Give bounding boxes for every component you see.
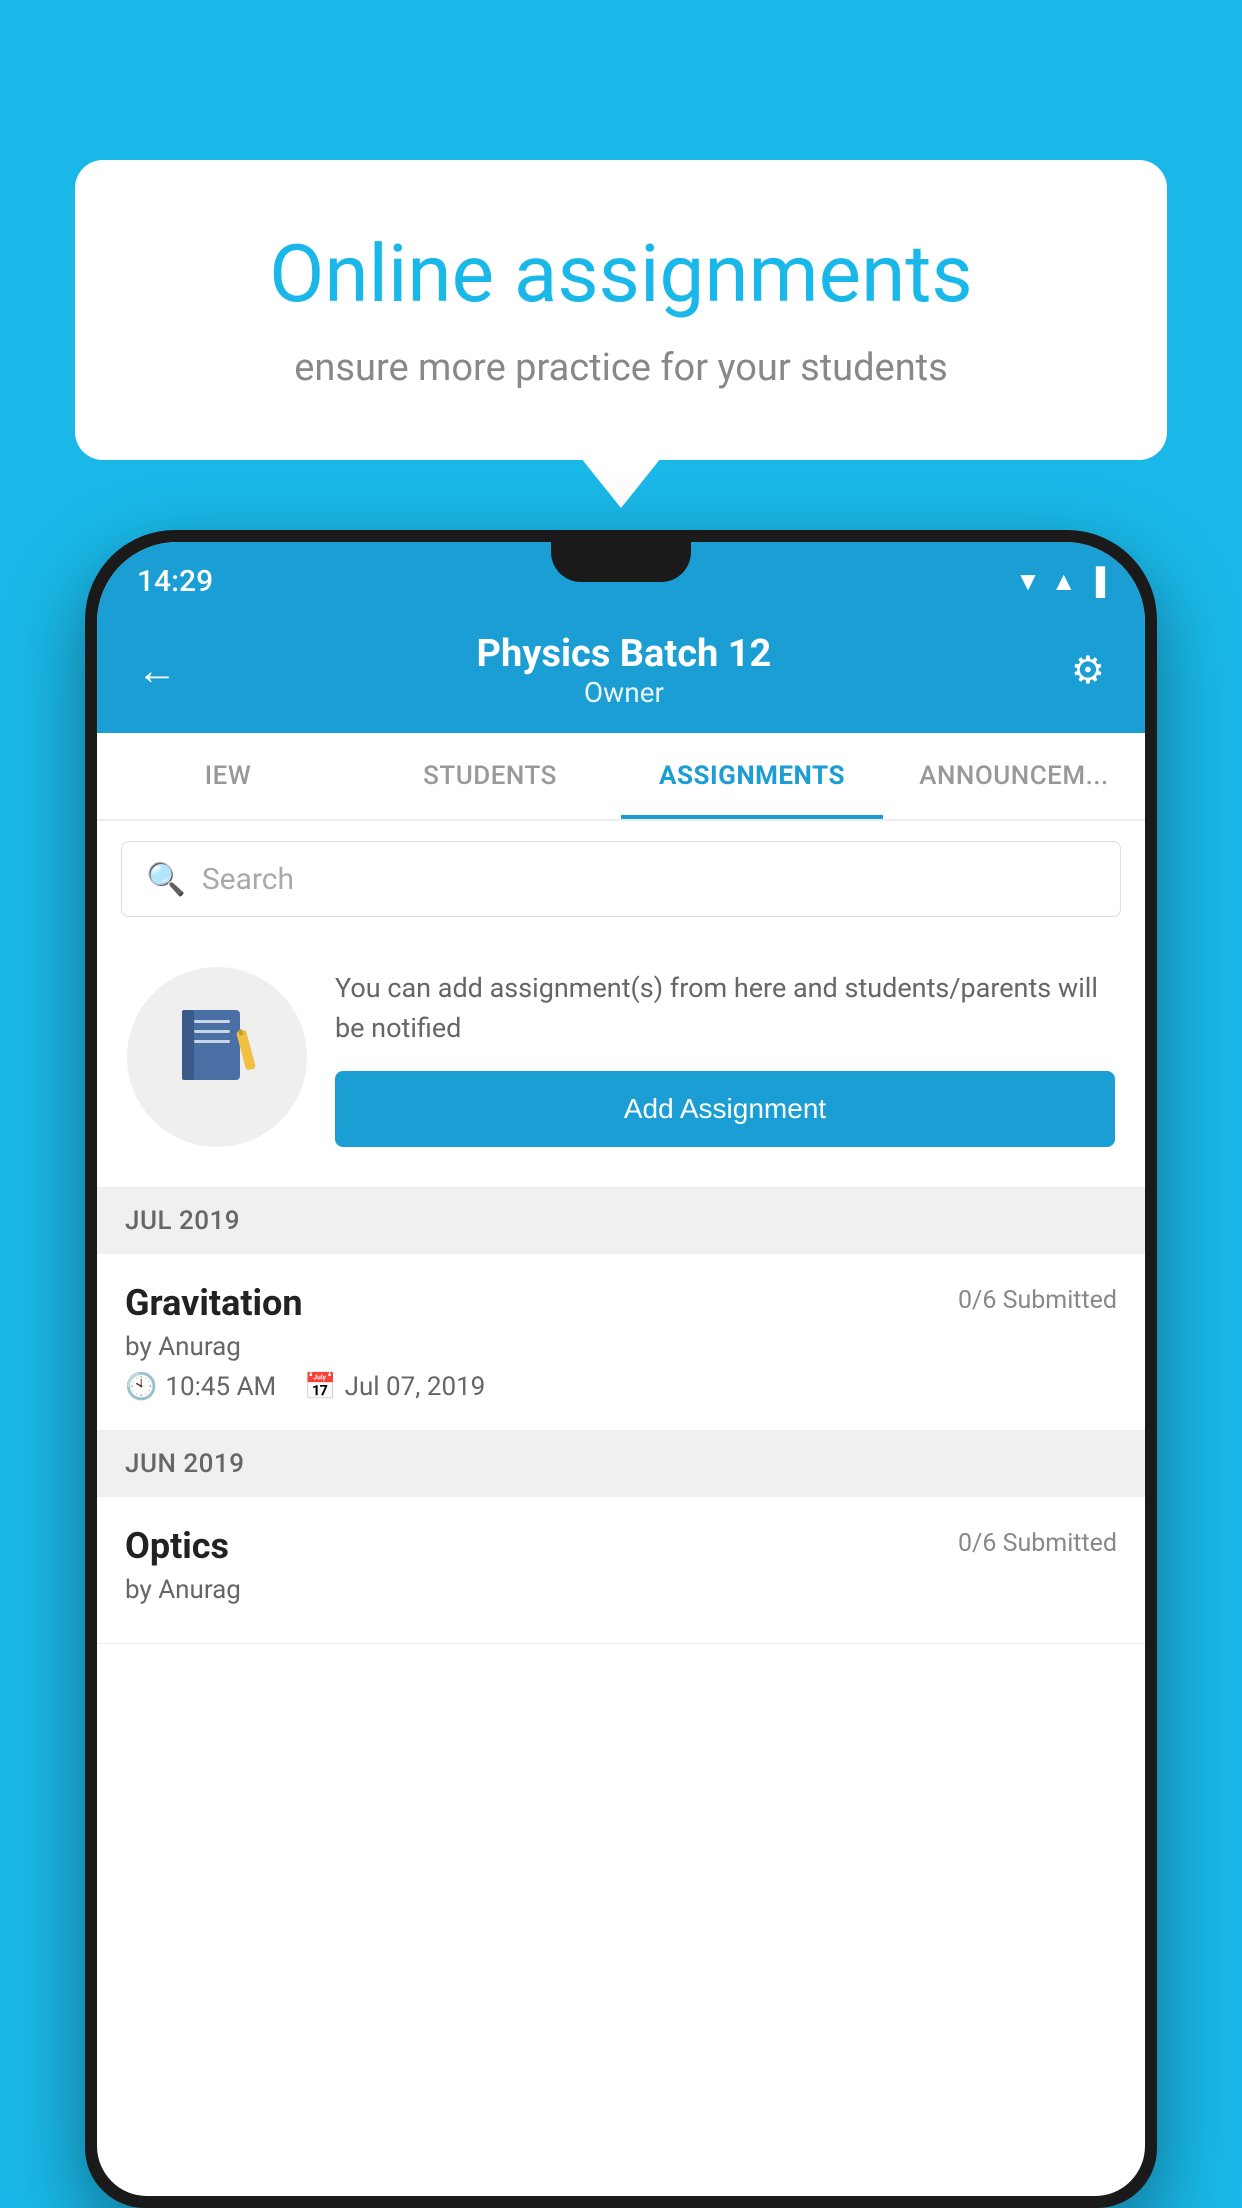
clock-icon: 🕙 <box>125 1372 157 1402</box>
speech-bubble: Online assignments ensure more practice … <box>75 160 1167 460</box>
tabs-container: IEW STUDENTS ASSIGNMENTS ANNOUNCEM... <box>97 733 1145 821</box>
search-container: 🔍 Search <box>97 821 1145 937</box>
phone-notch <box>551 542 691 582</box>
assignment-author: by Anurag <box>125 1332 1117 1362</box>
assignment-title-optics: Optics <box>125 1525 229 1567</box>
search-placeholder: Search <box>202 862 294 897</box>
notebook-icon <box>172 1002 262 1112</box>
search-icon: 🔍 <box>146 860 186 898</box>
assignment-time: 10:45 AM <box>165 1372 276 1402</box>
promo-section: You can add assignment(s) from here and … <box>97 937 1145 1188</box>
speech-bubble-container: Online assignments ensure more practice … <box>75 160 1167 460</box>
section-header-jun2019: JUN 2019 <box>97 1431 1145 1497</box>
promo-text: You can add assignment(s) from here and … <box>335 968 1115 1049</box>
tab-announcements[interactable]: ANNOUNCEM... <box>883 733 1145 819</box>
assignment-meta: 🕙 10:45 AM 📅 Jul 07, 2019 <box>125 1372 1117 1402</box>
wifi-icon: ▼ <box>1015 566 1041 597</box>
batch-title: Physics Batch 12 <box>177 632 1071 676</box>
assignment-item-optics[interactable]: Optics 0/6 Submitted by Anurag <box>97 1497 1145 1644</box>
signal-icon: ▲ <box>1051 566 1077 597</box>
assignment-submitted: 0/6 Submitted <box>958 1286 1117 1315</box>
speech-bubble-subtitle: ensure more practice for your students <box>155 346 1087 390</box>
tab-assignments[interactable]: ASSIGNMENTS <box>621 733 883 819</box>
header-center: Physics Batch 12 Owner <box>177 632 1071 709</box>
tab-iew[interactable]: IEW <box>97 733 359 819</box>
time-meta: 🕙 10:45 AM <box>125 1372 276 1402</box>
phone-inner: 14:29 ▼ ▲ ▐ ← Physics Batch 12 Owner ⚙ I… <box>97 542 1145 2196</box>
assignment-top-row: Gravitation 0/6 Submitted <box>125 1282 1117 1324</box>
status-icons: ▼ ▲ ▐ <box>1015 566 1105 597</box>
settings-icon[interactable]: ⚙ <box>1071 648 1105 693</box>
assignment-submitted-optics: 0/6 Submitted <box>958 1529 1117 1558</box>
calendar-icon: 📅 <box>304 1372 336 1402</box>
batch-subtitle: Owner <box>177 676 1071 709</box>
back-button[interactable]: ← <box>137 647 177 694</box>
speech-bubble-title: Online assignments <box>155 230 1087 318</box>
assignment-top-row-optics: Optics 0/6 Submitted <box>125 1525 1117 1567</box>
assignment-title: Gravitation <box>125 1282 303 1324</box>
phone-frame: 14:29 ▼ ▲ ▐ ← Physics Batch 12 Owner ⚙ I… <box>85 530 1157 2208</box>
assignment-author-optics: by Anurag <box>125 1575 1117 1605</box>
date-meta: 📅 Jul 07, 2019 <box>304 1372 485 1402</box>
promo-icon-circle <box>127 967 307 1147</box>
status-time: 14:29 <box>137 564 213 599</box>
tab-students[interactable]: STUDENTS <box>359 733 621 819</box>
section-header-jul2019: JUL 2019 <box>97 1188 1145 1254</box>
battery-icon: ▐ <box>1087 566 1105 597</box>
promo-content: You can add assignment(s) from here and … <box>335 968 1115 1147</box>
search-bar[interactable]: 🔍 Search <box>121 841 1121 917</box>
assignment-date: Jul 07, 2019 <box>345 1372 486 1402</box>
add-assignment-button[interactable]: Add Assignment <box>335 1071 1115 1147</box>
app-header: ← Physics Batch 12 Owner ⚙ <box>97 612 1145 733</box>
assignment-item-gravitation[interactable]: Gravitation 0/6 Submitted by Anurag 🕙 10… <box>97 1254 1145 1431</box>
